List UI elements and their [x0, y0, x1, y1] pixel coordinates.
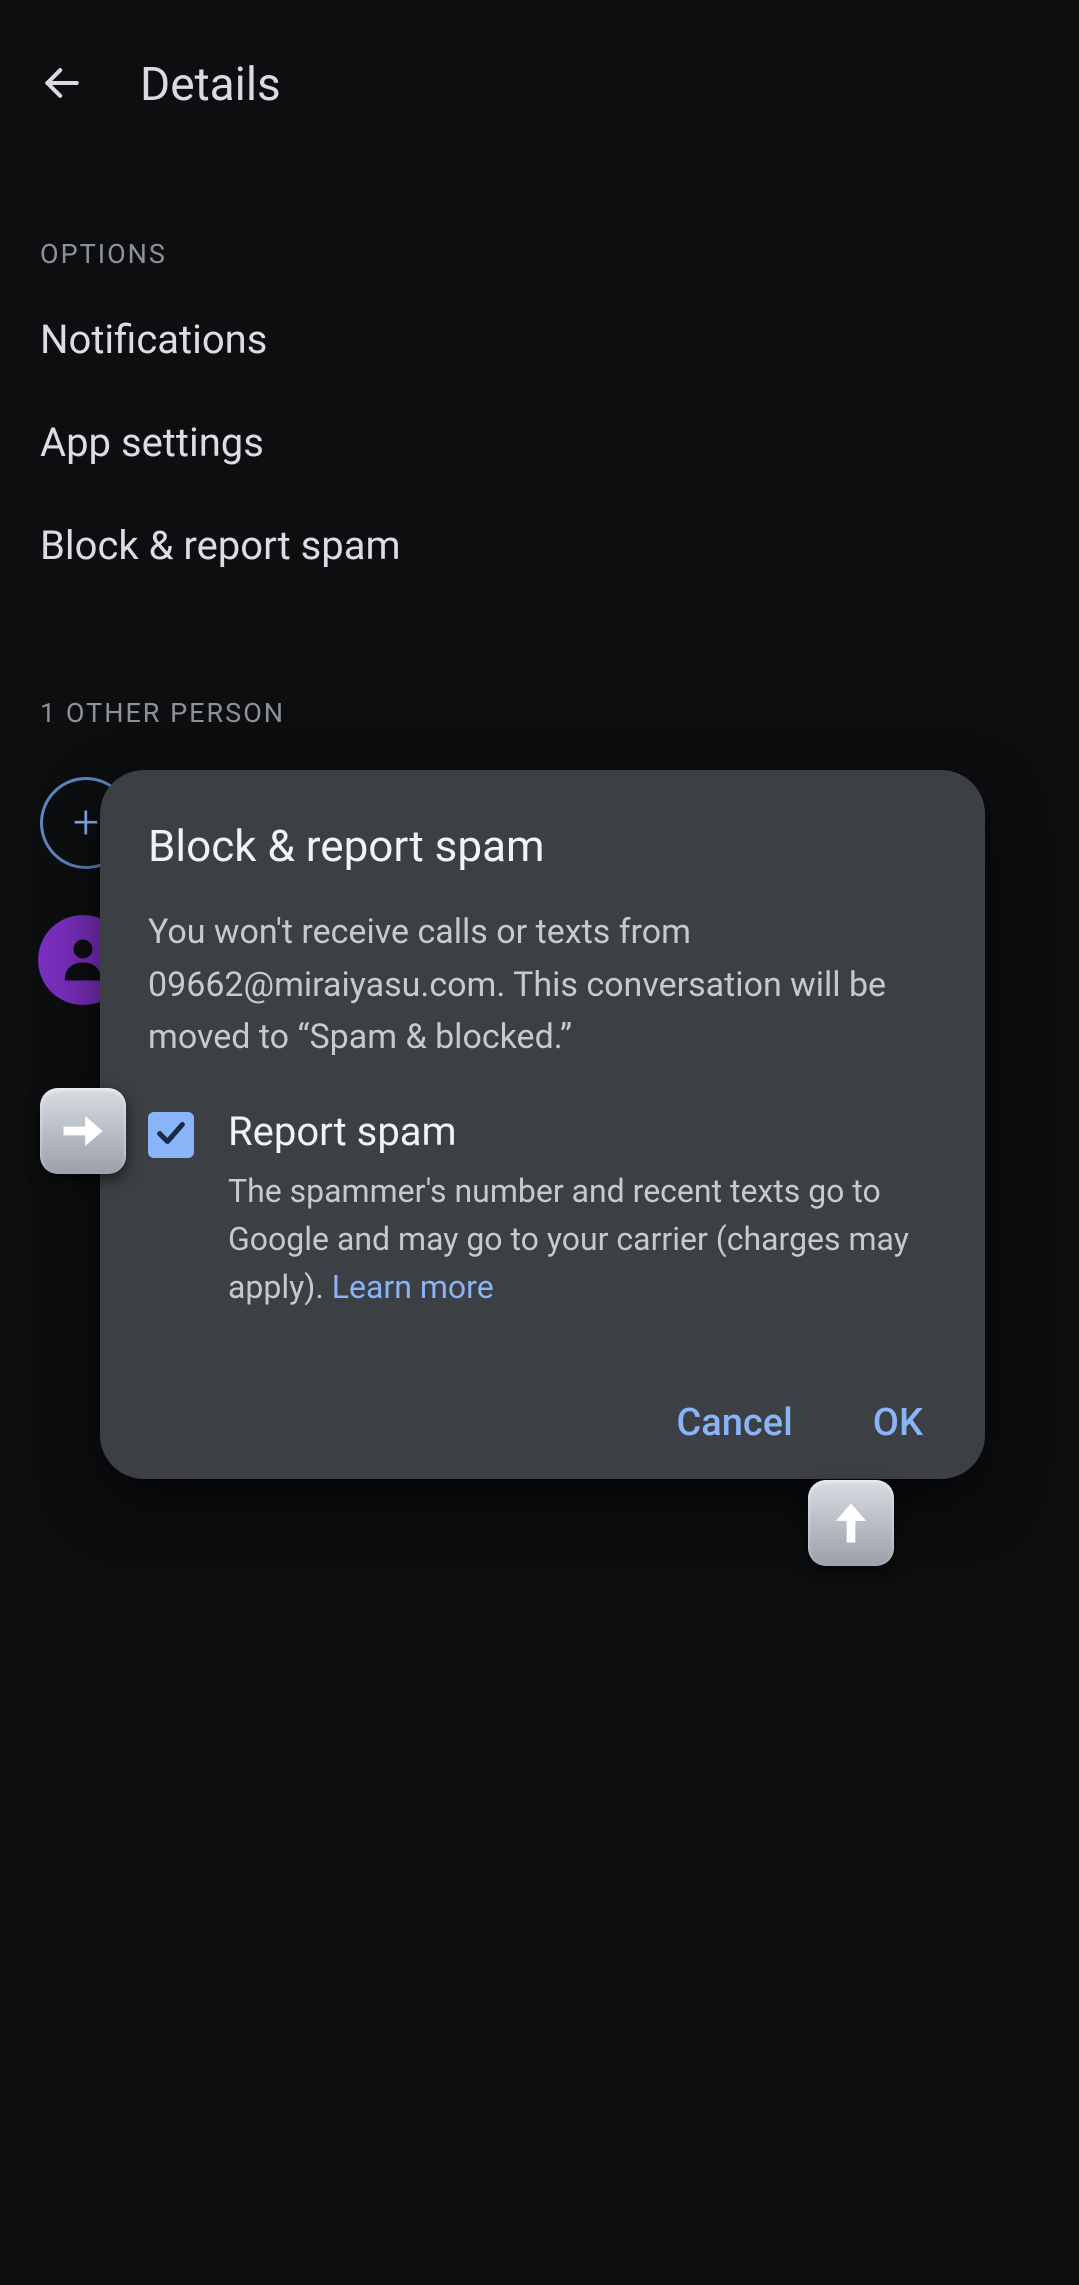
page-title: Details: [140, 58, 281, 112]
tutorial-arrow-up-icon: [808, 1480, 894, 1566]
option-notifications[interactable]: Notifications: [0, 288, 1079, 391]
cancel-button[interactable]: Cancel: [676, 1401, 792, 1445]
plus-glyph: +: [73, 796, 99, 850]
report-spam-description: The spammer's number and recent texts go…: [228, 1167, 937, 1311]
section-label-options: OPTIONS: [0, 152, 1079, 288]
details-screen: Details OPTIONS Notifications App settin…: [0, 0, 1079, 2285]
report-spam-checkbox[interactable]: [148, 1112, 194, 1158]
ok-button[interactable]: OK: [873, 1401, 923, 1445]
learn-more-link[interactable]: Learn more: [332, 1268, 494, 1306]
dialog-title: Block & report spam: [148, 820, 937, 872]
report-spam-title: Report spam: [228, 1108, 937, 1155]
block-report-dialog: Block & report spam You won't receive ca…: [100, 770, 985, 1479]
app-bar: Details: [0, 0, 1079, 152]
option-app-settings[interactable]: App settings: [0, 391, 1079, 494]
check-icon: [154, 1116, 188, 1154]
dialog-body: You won't receive calls or texts from 09…: [148, 906, 937, 1064]
report-spam-desc-text: The spammer's number and recent texts go…: [228, 1172, 909, 1306]
back-arrow-icon[interactable]: [40, 61, 84, 109]
tutorial-arrow-right-icon: [40, 1088, 126, 1174]
option-block-report-spam[interactable]: Block & report spam: [0, 494, 1079, 597]
section-label-other-person: 1 OTHER PERSON: [0, 597, 1079, 747]
